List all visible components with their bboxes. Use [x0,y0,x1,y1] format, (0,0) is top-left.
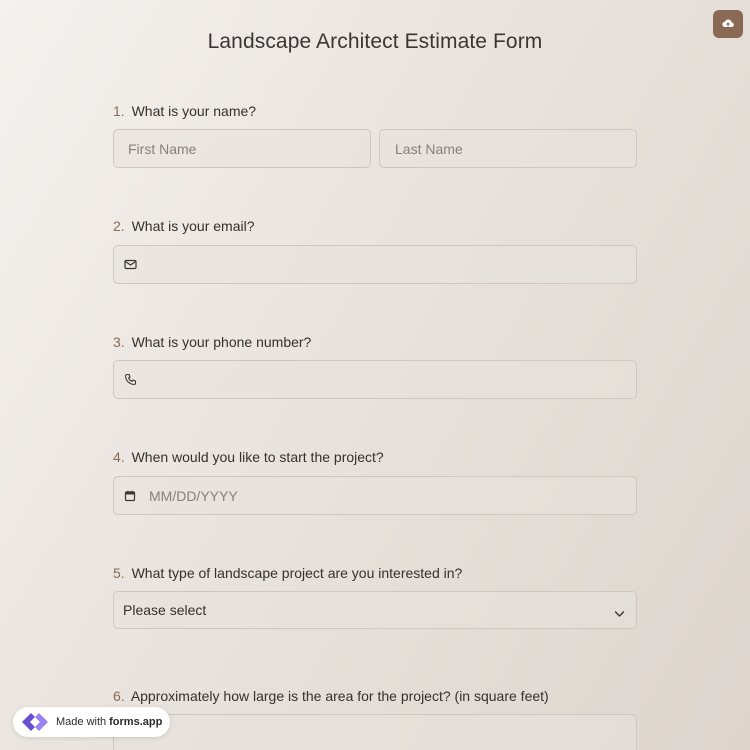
question-name: 1. What is your name? [113,103,637,119]
question-label: 6. Approximately how large is the area f… [113,688,637,704]
badge-brand: forms.app [109,716,163,728]
question-text: When would you like to start the project… [131,449,384,465]
form-title: Landscape Architect Estimate Form [207,30,543,53]
question-start-date: 4. When would you like to start the proj… [113,449,637,465]
project-type-select[interactable]: Please select [113,591,637,629]
envelope-icon [124,259,137,270]
question-number: 6. [113,688,125,704]
question-area-size: 6. Approximately how large is the area f… [113,688,637,704]
phone-icon [124,373,137,386]
question-number: 1. [113,103,125,119]
question-number: 4. [113,449,125,465]
question-number: 2. [113,218,125,234]
question-label: 1. What is your name? [113,103,637,119]
question-number: 3. [113,334,125,350]
first-name-placeholder: First Name [128,140,197,157]
question-phone: 3. What is your phone number? [113,334,637,350]
phone-field[interactable] [113,360,637,399]
question-label: 3. What is your phone number? [113,334,637,350]
calendar-icon [124,490,136,502]
badge-prefix: Made with [56,716,107,728]
question-email: 2. What is your email? [113,218,637,234]
question-text: What type of landscape project are you i… [131,565,463,581]
last-name-placeholder: Last Name [395,140,463,157]
question-number: 5. [113,565,125,581]
question-label: 2. What is your email? [113,218,637,234]
start-date-field[interactable]: MM/DD/YYYY [113,476,637,515]
area-size-field[interactable] [113,714,637,750]
last-name-field[interactable]: Last Name [379,129,637,168]
select-value: Please select [123,602,207,618]
question-text: Approximately how large is the area for … [130,688,549,704]
forms-app-logo-icon [20,711,50,733]
question-text: What is your email? [131,218,255,234]
chevron-down-icon [614,605,625,621]
email-field[interactable] [113,245,637,284]
question-text: What is your phone number? [131,334,312,350]
first-name-field[interactable]: First Name [113,129,371,168]
date-placeholder: MM/DD/YYYY [149,487,238,504]
question-project-type: 5. What type of landscape project are yo… [113,565,637,581]
question-label: 5. What type of landscape project are yo… [113,565,637,581]
made-with-badge[interactable]: Made with forms.app [13,707,170,737]
question-label: 4. When would you like to start the proj… [113,449,637,465]
question-text: What is your name? [131,103,257,119]
